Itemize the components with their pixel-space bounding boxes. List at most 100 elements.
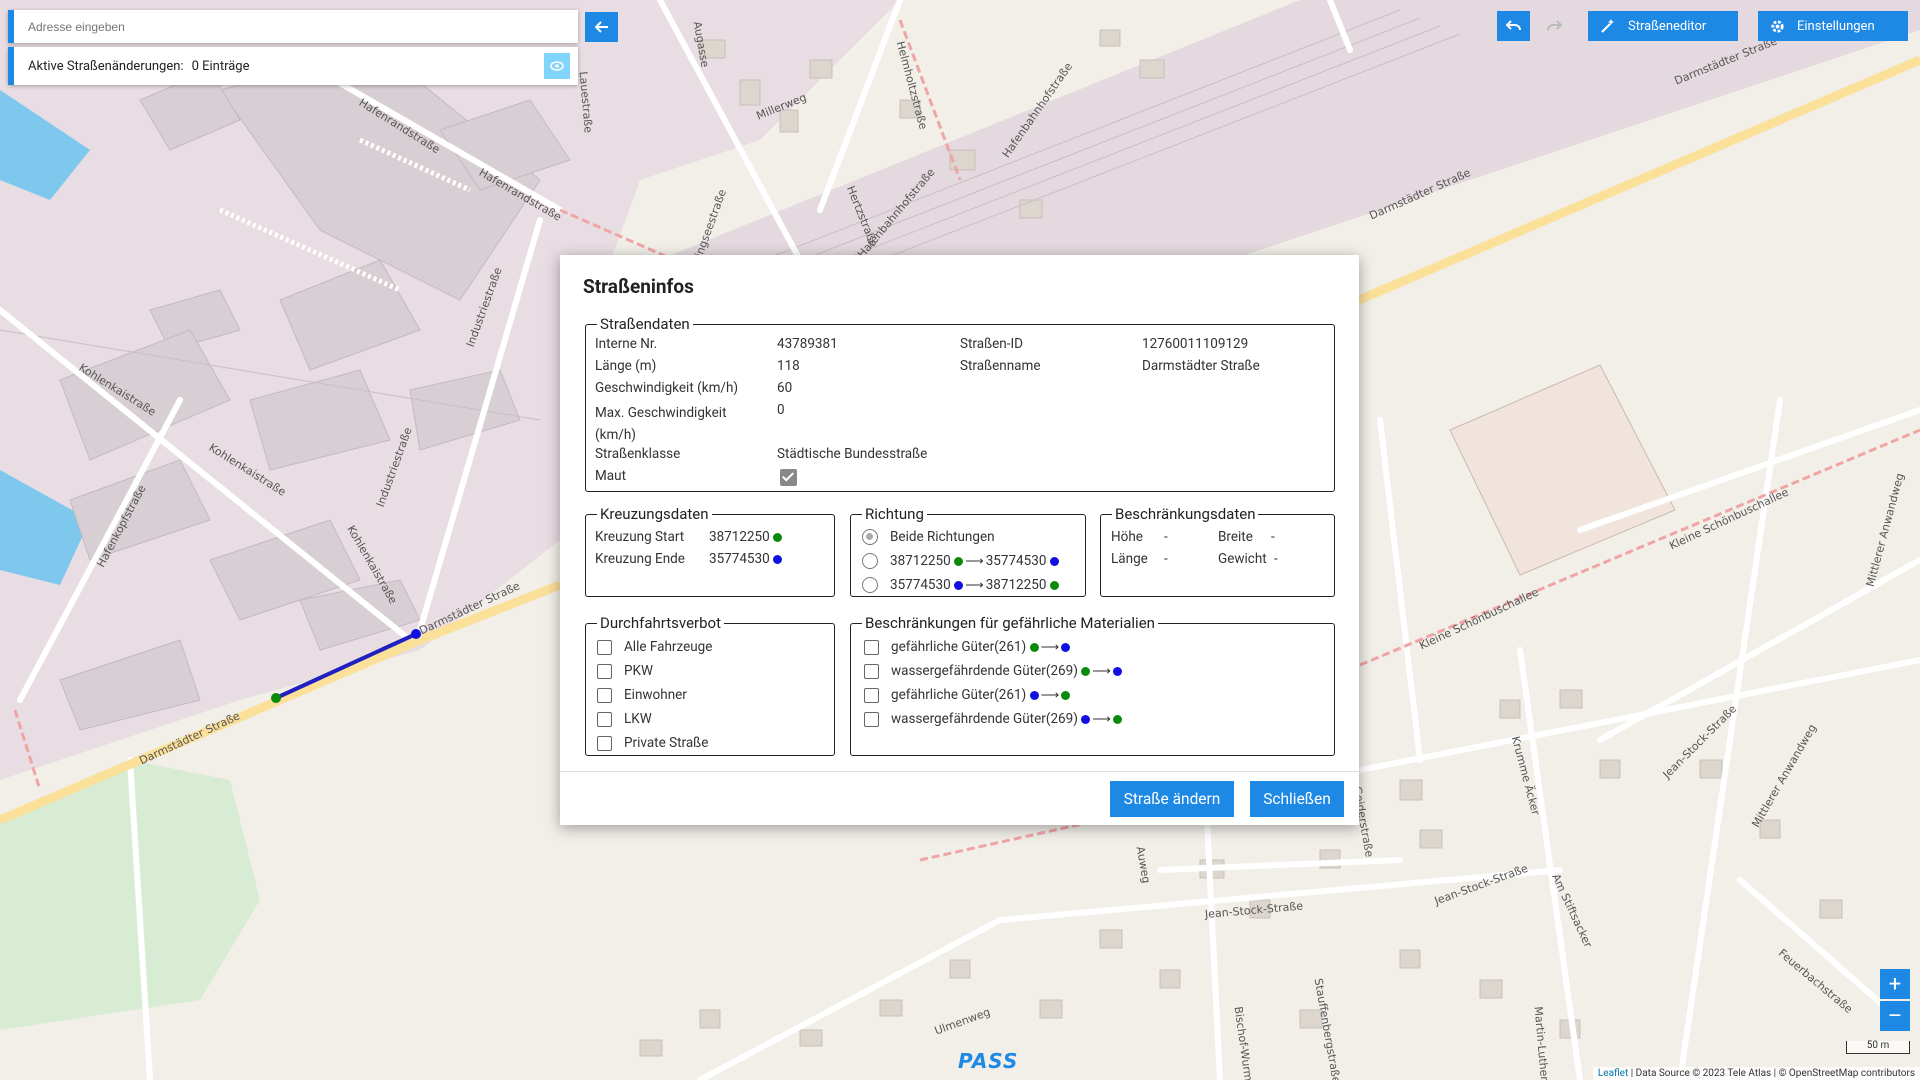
address-search-input[interactable] [14, 10, 578, 43]
hazmat-label: gefährliche Güter(261) [891, 639, 1027, 655]
blue-dot-icon [1061, 642, 1071, 652]
arrow-right-icon: ⟶ [1092, 711, 1111, 727]
eye-toggle-button[interactable] [544, 53, 570, 79]
toll-label: Maut [595, 468, 626, 484]
direction-backward-radio[interactable] [862, 577, 878, 593]
direction-forward-radio[interactable] [862, 553, 878, 569]
width-label: Breite [1218, 529, 1253, 545]
redo-icon [1546, 20, 1562, 31]
length-restr-value: - [1164, 551, 1168, 567]
street-info-dialog: Straßeninfos Straßendaten Interne Nr. 43… [560, 255, 1359, 825]
undo-icon [1505, 20, 1521, 31]
blue-dot-icon [1081, 714, 1091, 724]
redo-button[interactable] [1537, 11, 1570, 41]
hazmat-option[interactable]: gefährliche Güter(261) ⟶ [864, 687, 1071, 703]
no-transit-label: Private Straße [624, 735, 709, 751]
road-class-label: Straßenklasse [595, 446, 681, 462]
map-scale: 50 m [1846, 1041, 1910, 1054]
no-transit-option[interactable]: Alle Fahrzeuge [597, 639, 712, 655]
height-label: Höhe [1111, 529, 1143, 545]
direction-both-option[interactable]: Beide Richtungen [862, 529, 995, 545]
change-street-button[interactable]: Straße ändern [1110, 781, 1234, 817]
no-transit-checkbox[interactable] [597, 711, 612, 727]
green-dot-icon [1061, 690, 1071, 700]
hazmat-label: gefährliche Güter(261) [891, 687, 1027, 703]
no-transit-option[interactable]: Einwohner [597, 687, 687, 703]
speed-label: Geschwindigkeit (km/h) [595, 380, 739, 396]
map-attribution: Leaflet | Data Source © 2023 Tele Atlas … [1592, 1067, 1920, 1080]
weight-label: Gewicht [1218, 551, 1267, 567]
restriction-data-legend: Beschränkungsdaten [1115, 505, 1256, 523]
street-id-label: Straßen-ID [960, 336, 1023, 352]
hazmat-checkbox[interactable] [864, 687, 879, 703]
internal-nr-value: 43789381 [777, 336, 838, 352]
eye-icon [550, 61, 564, 71]
junction-start: 38712250 [709, 529, 783, 545]
green-dot-icon [1029, 642, 1039, 652]
address-search[interactable] [8, 10, 578, 43]
no-transit-option[interactable]: Private Straße [597, 735, 708, 751]
hazmat-checkbox[interactable] [864, 639, 879, 655]
magic-wand-icon [1601, 19, 1614, 33]
hazmat-section: Beschränkungen für gefährliche Materiali… [850, 616, 1335, 756]
close-button[interactable]: Schließen [1250, 781, 1344, 817]
weight-value: - [1274, 551, 1278, 567]
no-transit-label: Alle Fahrzeuge [624, 639, 713, 655]
zoom-in-button[interactable]: + [1880, 969, 1910, 999]
hazmat-option[interactable]: wassergefährdende Güter(269) ⟶ [864, 663, 1122, 679]
green-dot-icon [1049, 580, 1059, 590]
no-transit-checkbox[interactable] [597, 687, 612, 703]
no-transit-checkbox[interactable] [597, 639, 612, 655]
attribution-text: | Data Source © 2023 Tele Atlas | © Open… [1630, 1068, 1915, 1079]
hazmat-checkbox[interactable] [864, 663, 879, 679]
settings-button[interactable]: Einstellungen [1758, 11, 1908, 41]
zoom-out-button[interactable]: – [1880, 1001, 1910, 1031]
length-label: Länge (m) [595, 358, 657, 374]
settings-label: Einstellungen [1797, 18, 1875, 34]
direction-forward-from: 38712250 [890, 553, 951, 569]
hazmat-checkbox[interactable] [864, 711, 879, 727]
toll-checkbox[interactable] [780, 469, 797, 486]
blue-dot-icon [1112, 666, 1122, 676]
street-id-value: 12760011109129 [1142, 336, 1249, 352]
blue-dot-icon [1049, 556, 1059, 566]
direction-backward-to: 38712250 [985, 577, 1047, 593]
hazmat-option[interactable]: gefährliche Güter(261) ⟶ [864, 639, 1071, 655]
dialog-title: Straßeninfos [583, 275, 694, 298]
speed-value: 60 [777, 380, 793, 396]
no-transit-legend: Durchfahrtsverbot [600, 614, 721, 632]
no-transit-label: LKW [624, 711, 652, 727]
no-transit-option[interactable]: PKW [597, 663, 653, 679]
no-transit-label: Einwohner [624, 687, 687, 703]
no-transit-label: PKW [624, 663, 653, 679]
internal-nr-label: Interne Nr. [595, 336, 658, 352]
dialog-footer-divider [560, 771, 1359, 772]
blue-dot-icon [954, 580, 964, 590]
no-transit-checkbox[interactable] [597, 663, 612, 679]
no-transit-option[interactable]: LKW [597, 711, 652, 727]
toll-checkbox-wrap [780, 469, 797, 486]
arrow-right-icon: ⟶ [1040, 687, 1060, 703]
direction-backward-from: 35774530 [890, 577, 951, 593]
max-speed-value: 0 [777, 402, 785, 418]
street-data-legend: Straßendaten [600, 315, 690, 333]
direction-backward-option[interactable]: 35774530 ⟶ 38712250 [862, 577, 1059, 593]
arrow-right-icon: ⟶ [965, 577, 984, 593]
direction-both-radio[interactable] [862, 529, 878, 545]
street-editor-label: Straßeneditor [1628, 18, 1707, 34]
leaflet-link[interactable]: Leaflet [1598, 1068, 1628, 1079]
undo-button[interactable] [1497, 11, 1530, 41]
arrow-left-icon [594, 21, 608, 33]
collapse-panel-button[interactable] [585, 12, 618, 42]
junction-end-label: Kreuzung Ende [595, 551, 685, 567]
hazmat-label: wassergefährdende Güter(269) [891, 663, 1078, 679]
no-transit-checkbox[interactable] [597, 735, 612, 751]
junction-start-label: Kreuzung Start [595, 529, 685, 545]
direction-forward-option[interactable]: 38712250 ⟶ 35774530 [862, 553, 1059, 569]
max-speed-label: Max. Geschwindigkeit (km/h) [595, 405, 727, 443]
green-dot-icon [954, 556, 964, 566]
junction-end-value: 35774530 [709, 551, 770, 567]
hazmat-option[interactable]: wassergefährdende Güter(269) ⟶ [864, 711, 1122, 727]
street-editor-button[interactable]: Straßeneditor [1588, 11, 1738, 41]
road-class-value: Städtische Bundesstraße [777, 446, 928, 462]
